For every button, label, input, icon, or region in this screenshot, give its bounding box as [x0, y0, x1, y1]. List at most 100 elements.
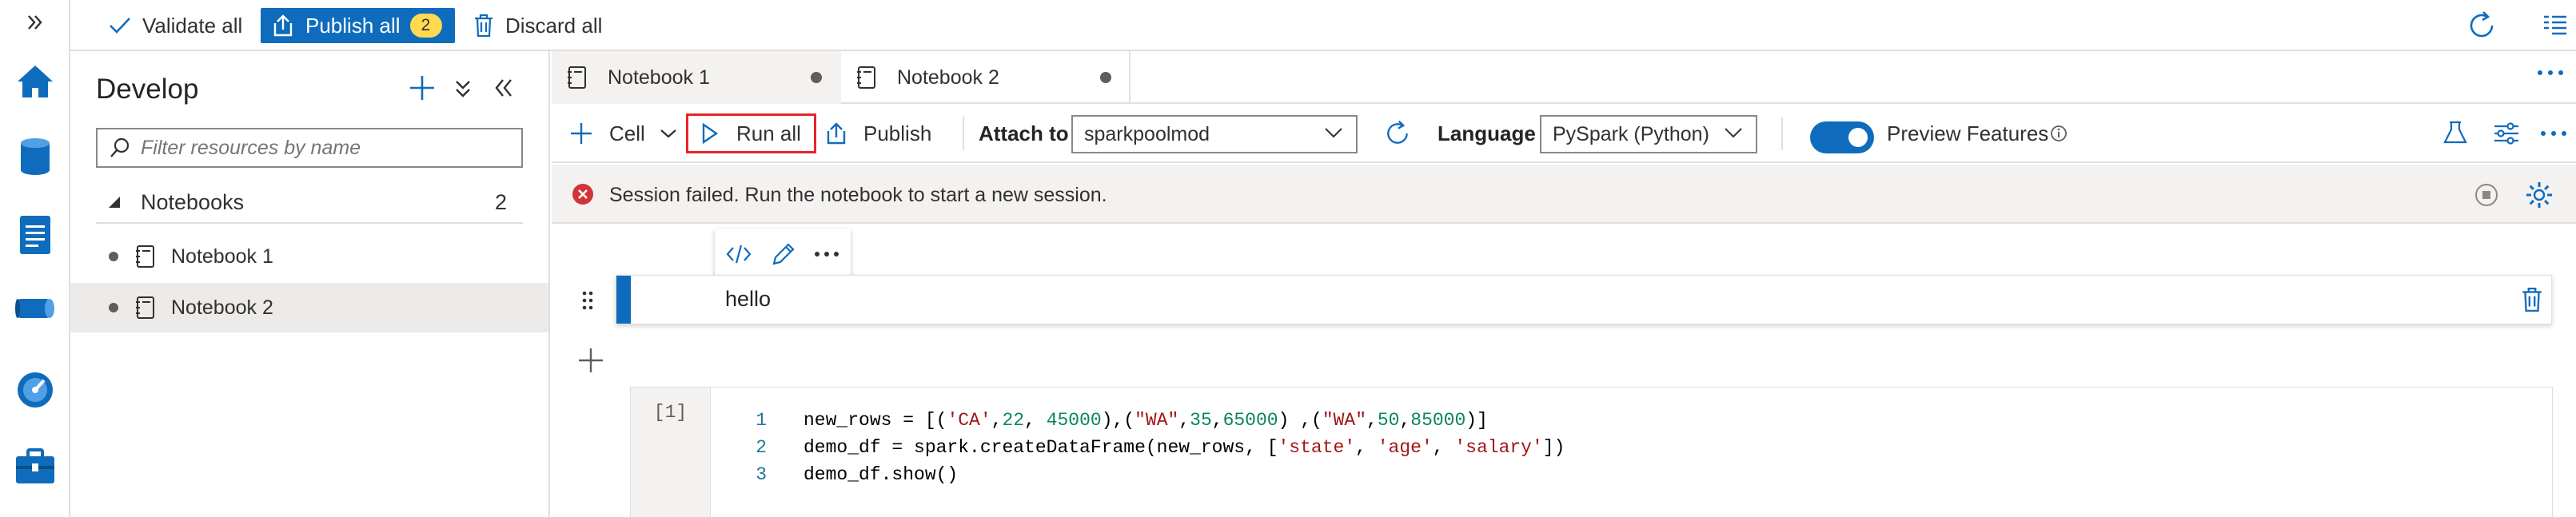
toolbar-divider: [963, 117, 964, 150]
delete-cell-button[interactable]: [2521, 287, 2543, 312]
play-icon: [702, 122, 719, 145]
cell-hover-toolbar: [715, 229, 851, 280]
properties-button[interactable]: [2493, 113, 2520, 153]
publish-label: Publish: [863, 121, 932, 145]
toolbar-more-button[interactable]: [2539, 113, 2568, 153]
home-nav-button[interactable]: [0, 56, 70, 107]
notebook-tree-item[interactable]: Notebook 1: [70, 232, 548, 281]
pencil-icon: [772, 243, 795, 265]
code-line: 3 demo_df.show(): [711, 461, 958, 488]
more-icon: [2538, 70, 2563, 75]
integrate-nav-button[interactable]: [0, 283, 70, 334]
notebook-tabs: Notebook 1 Notebook 2: [552, 51, 2576, 104]
error-message-text: Session failed. Run the notebook to star…: [609, 184, 1107, 206]
document-icon: [20, 216, 50, 254]
language-dropdown[interactable]: PySpark (Python): [1540, 115, 1757, 153]
more-icon: [2541, 131, 2566, 136]
preview-features-toggle[interactable]: [1810, 121, 1874, 153]
section-count: 2: [494, 189, 507, 214]
run-all-label: Run all: [736, 121, 801, 145]
collapse-all-button[interactable]: [453, 77, 473, 101]
notebook-label: Notebook 1: [171, 245, 273, 268]
database-icon: [21, 138, 50, 175]
add-cell-button[interactable]: Cell: [569, 113, 677, 153]
toggle-knob: [1848, 128, 1868, 147]
code-line: 2 demo_df = spark.createDataFrame(new_row…: [711, 434, 1565, 461]
gear-icon: [2526, 182, 2552, 208]
code-text: new_rows = [('CA',22, 45000),("WA",35,65…: [804, 410, 1488, 431]
line-number: 1: [756, 410, 767, 431]
publish-button[interactable]: Publish: [825, 113, 931, 153]
upload-icon: [273, 14, 293, 37]
notebook-icon: [857, 66, 875, 89]
tabs-more-button[interactable]: [2536, 69, 2565, 77]
home-icon: [18, 66, 53, 97]
line-number: 2: [756, 437, 767, 458]
error-indicator: [571, 182, 595, 206]
edit-cell-button[interactable]: [771, 241, 796, 267]
list-view-button[interactable]: [2542, 8, 2568, 43]
publish-all-button[interactable]: Publish all 2: [261, 8, 455, 43]
execution-count: [1]: [631, 388, 711, 517]
language-value: PySpark (Python): [1553, 122, 1709, 145]
trash-icon: [475, 14, 492, 38]
left-rail: [0, 0, 70, 517]
code-text: demo_df.show(): [804, 464, 959, 485]
cell-more-button[interactable]: [814, 250, 839, 258]
refresh-icon: [1387, 120, 1408, 144]
session-settings-button[interactable]: [2525, 181, 2554, 209]
expanded-triangle-icon: [109, 197, 120, 208]
code-text: demo_df = spark.createDataFrame(new_rows…: [804, 437, 1565, 458]
stop-icon: [2475, 184, 2498, 206]
attach-to-label: Attach to: [979, 121, 1069, 145]
pending-changes-badge: 2: [409, 14, 442, 38]
preview-info-button[interactable]: [2050, 113, 2068, 153]
tab-notebook-2[interactable]: Notebook 2: [841, 51, 1130, 104]
markdown-cell[interactable]: hello: [616, 275, 2552, 324]
publish-all-label: Publish all: [305, 13, 401, 38]
code-icon: [726, 245, 752, 264]
unsaved-dot: [811, 72, 822, 83]
add-cell-between-button[interactable]: [577, 347, 604, 374]
language-label: Language: [1438, 121, 1536, 145]
refresh-icon: [2470, 11, 2494, 38]
attach-to-dropdown[interactable]: sparkpoolmod: [1071, 115, 1358, 153]
manage-nav-button[interactable]: [0, 441, 70, 492]
data-nav-button[interactable]: [0, 131, 70, 182]
run-all-button[interactable]: Run all: [686, 113, 816, 153]
develop-nav-button[interactable]: [0, 209, 70, 260]
cell-drag-handle[interactable]: [582, 291, 593, 310]
collapse-panel-button[interactable]: [492, 77, 515, 99]
toggle-code-button[interactable]: [726, 243, 752, 265]
stop-session-button[interactable]: [2474, 182, 2499, 208]
filter-field[interactable]: [96, 128, 523, 168]
refresh-button[interactable]: [2466, 8, 2498, 43]
tab-label: Notebook 2: [897, 66, 999, 89]
notebooks-section-header[interactable]: Notebooks 2: [96, 182, 523, 224]
info-icon: [2051, 125, 2067, 141]
collapse-all-icon: [456, 81, 470, 97]
notebook-tree-item-selected[interactable]: Notebook 2: [70, 283, 548, 332]
tab-notebook-1[interactable]: Notebook 1: [552, 51, 841, 104]
toolbar-divider: [1781, 117, 1783, 150]
search-icon: [110, 137, 130, 157]
code-cell[interactable]: [1] 1 new_rows = [('CA',22, 45000),("WA",…: [630, 387, 2553, 517]
chevron-down-icon: [660, 129, 676, 138]
toolbox-icon: [16, 448, 54, 483]
add-resource-button[interactable]: [408, 74, 437, 102]
filter-input[interactable]: [141, 136, 508, 160]
variables-button[interactable]: [2442, 113, 2469, 153]
markdown-text: hello: [725, 287, 772, 311]
expand-rail-button[interactable]: [0, 6, 70, 38]
unsaved-dot: [1100, 72, 1111, 83]
plus-icon: [571, 123, 592, 144]
drag-handle-icon: [582, 291, 593, 310]
refresh-session-button[interactable]: [1383, 113, 1412, 153]
error-message-bar: Session failed. Run the notebook to star…: [552, 165, 2576, 224]
line-number: 3: [756, 464, 767, 485]
validate-all-button[interactable]: Validate all: [109, 8, 242, 43]
trash-icon: [2522, 287, 2542, 312]
discard-all-button[interactable]: Discard all: [473, 8, 602, 43]
monitor-nav-button[interactable]: [0, 364, 70, 416]
cell-label: Cell: [609, 121, 645, 145]
